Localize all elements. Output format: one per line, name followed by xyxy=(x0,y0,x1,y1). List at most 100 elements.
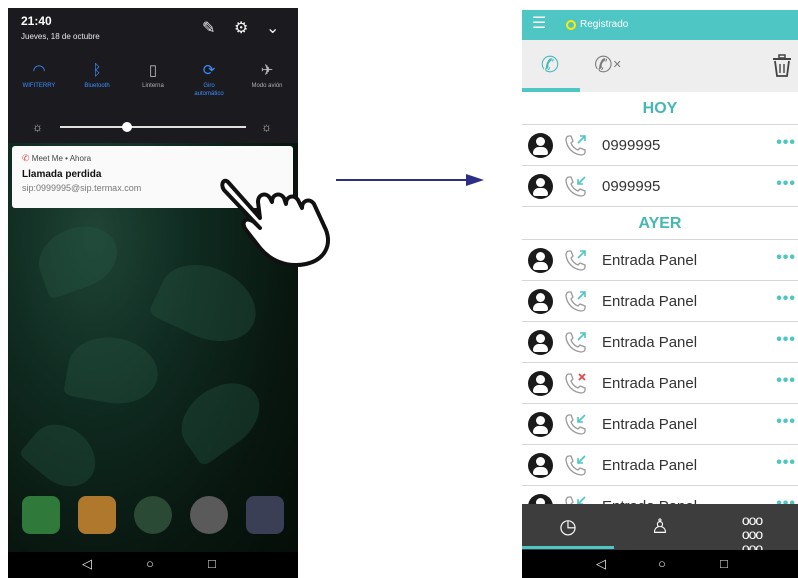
system-nav-bar: ◁ ○ □ xyxy=(8,552,298,578)
contacts-app-icon[interactable] xyxy=(78,496,116,534)
status-time: 21:40 xyxy=(21,14,52,28)
keypad-icon[interactable]: ooo ooo ooo xyxy=(706,504,798,555)
qs-label: Linterna xyxy=(142,83,164,89)
call-log-row[interactable]: Entrada Panel ••• xyxy=(522,363,798,404)
outgoing-call-icon xyxy=(565,291,586,312)
missed-call-icon: ✆ xyxy=(22,153,30,163)
notification-body: sip:0999995@sip.termax.com xyxy=(22,183,142,193)
transition-arrow-icon xyxy=(336,174,484,186)
all-calls-tab[interactable]: ✆ xyxy=(522,40,578,92)
more-options-icon[interactable]: ••• xyxy=(776,413,796,431)
contacts-icon[interactable]: ♙ xyxy=(614,504,706,550)
more-options-icon[interactable]: ••• xyxy=(776,290,796,308)
qs-label: Giro automático xyxy=(194,83,224,97)
more-options-icon[interactable]: ••• xyxy=(776,372,796,390)
qs-label: Bluetooth xyxy=(84,83,110,89)
brightness-track[interactable] xyxy=(60,126,246,128)
missed-call-icon xyxy=(565,373,586,394)
missed-calls-tab[interactable]: ✆✕ xyxy=(580,40,636,92)
more-options-icon[interactable]: ••• xyxy=(776,454,796,472)
call-log-row[interactable]: 0999995 ••• xyxy=(522,125,798,166)
delete-app-icon[interactable] xyxy=(134,496,172,534)
qs-rotate-tile[interactable]: ⟳ Giro automático xyxy=(180,60,238,98)
tap-hand-icon xyxy=(220,178,330,267)
home-icon[interactable]: ○ xyxy=(658,556,666,571)
qs-flashlight-tile[interactable]: ▯ Linterna xyxy=(124,60,182,90)
wallpaper-leaf xyxy=(18,411,108,500)
wallpaper-leaf xyxy=(30,216,126,300)
call-log-label: Entrada Panel xyxy=(602,334,698,351)
avatar-icon xyxy=(528,412,553,437)
pencil-icon[interactable]: ✎ xyxy=(202,18,215,38)
qs-bluetooth-tile[interactable]: ᛒ Bluetooth xyxy=(68,60,126,90)
airplane-icon: ✈ xyxy=(260,62,274,79)
wifi-icon: ◠ xyxy=(32,62,46,79)
menu-icon[interactable]: ☰ xyxy=(532,16,546,32)
history-icon[interactable]: ◷ xyxy=(522,504,614,550)
call-log-label: Entrada Panel xyxy=(602,252,698,269)
qs-label: Modo avión xyxy=(251,83,283,89)
back-icon[interactable]: ◁ xyxy=(596,556,606,572)
more-options-icon[interactable]: ••• xyxy=(776,134,796,152)
status-date: Jueves, 18 de octubre xyxy=(21,32,100,41)
home-dock xyxy=(8,496,298,540)
call-log-label: Entrada Panel xyxy=(602,457,698,474)
recents-icon[interactable]: □ xyxy=(720,556,728,571)
wallpaper-leaf xyxy=(168,369,273,467)
call-log-row[interactable]: Entrada Panel ••• xyxy=(522,281,798,322)
more-options-icon[interactable]: ••• xyxy=(776,249,796,267)
avatar-icon xyxy=(528,371,553,396)
more-options-icon[interactable]: ••• xyxy=(776,175,796,193)
brightness-knob[interactable] xyxy=(122,122,132,132)
browser-app-icon[interactable] xyxy=(190,496,228,534)
section-header: HOY xyxy=(522,92,798,125)
incoming-call-icon xyxy=(565,176,586,197)
avatar-icon xyxy=(528,289,553,314)
call-log-row[interactable]: Entrada Panel ••• xyxy=(522,322,798,363)
quick-settings: ◠ WIFITERRY ᛒ Bluetooth ▯ Linterna ⟳ Gir… xyxy=(8,60,298,112)
phone-app-icon[interactable] xyxy=(22,496,60,534)
registered-status-icon xyxy=(566,20,576,30)
call-log-label: Entrada Panel xyxy=(602,416,698,433)
call-log-label: 0999995 xyxy=(602,137,661,154)
app-header: ☰ Registrado xyxy=(522,10,798,40)
call-log-row[interactable]: Entrada Panel ••• xyxy=(522,445,798,486)
phone-call-history-screen: ☰ Registrado ✆ ✆✕ HOY 0999995 ••• 0999995 ••… xyxy=(522,10,798,578)
gear-icon[interactable]: ⚙ xyxy=(234,18,248,38)
home-icon[interactable]: ○ xyxy=(146,556,154,571)
avatar-icon xyxy=(528,453,553,478)
outgoing-call-icon xyxy=(565,332,586,353)
system-nav-bar: ◁ ○ □ xyxy=(522,550,798,578)
qs-label: WIFITERRY xyxy=(22,83,56,89)
bottom-navigation: ◷ ♙ ooo ooo ooo xyxy=(522,504,798,555)
tutorial-stage: 21:40 Jueves, 18 de octubre ✎ ⚙ ⌄ ◠ WIFI… xyxy=(0,0,798,578)
outgoing-call-icon xyxy=(565,250,586,271)
more-options-icon[interactable]: ••• xyxy=(776,331,796,349)
recents-icon[interactable]: □ xyxy=(208,556,216,571)
call-tabs: ✆ ✆✕ xyxy=(522,40,798,92)
trash-icon[interactable] xyxy=(772,54,792,78)
camera-app-icon[interactable] xyxy=(246,496,284,534)
call-log-label: 0999995 xyxy=(602,178,661,195)
avatar-icon xyxy=(528,330,553,355)
chevron-down-icon[interactable]: ⌄ xyxy=(266,18,279,38)
avatar-icon xyxy=(528,133,553,158)
incoming-call-icon xyxy=(565,414,586,435)
notification-shade: 21:40 Jueves, 18 de octubre ✎ ⚙ ⌄ ◠ WIFI… xyxy=(8,8,298,143)
notification-app-line: ✆ Meet Me • Ahora xyxy=(22,153,91,164)
back-icon[interactable]: ◁ xyxy=(82,556,92,572)
qs-wifi-tile[interactable]: ◠ WIFITERRY xyxy=(10,60,68,90)
call-log-row[interactable]: Entrada Panel ••• xyxy=(522,240,798,281)
call-log-row[interactable]: 0999995 ••• xyxy=(522,166,798,207)
qs-airplane-tile[interactable]: ✈ Modo avión xyxy=(238,60,296,90)
flashlight-icon: ▯ xyxy=(148,62,158,79)
brightness-low-icon: ☼ xyxy=(32,120,43,134)
call-log-row[interactable]: Entrada Panel ••• xyxy=(522,404,798,445)
brightness-slider[interactable]: ☼ ☼ xyxy=(8,116,298,138)
rotate-icon: ⟳ xyxy=(202,62,216,79)
call-log-label: Entrada Panel xyxy=(602,375,698,392)
outgoing-call-icon xyxy=(565,135,586,156)
section-header: AYER xyxy=(522,207,798,240)
phone-notification-screen: 21:40 Jueves, 18 de octubre ✎ ⚙ ⌄ ◠ WIFI… xyxy=(8,8,298,578)
avatar-icon xyxy=(528,248,553,273)
